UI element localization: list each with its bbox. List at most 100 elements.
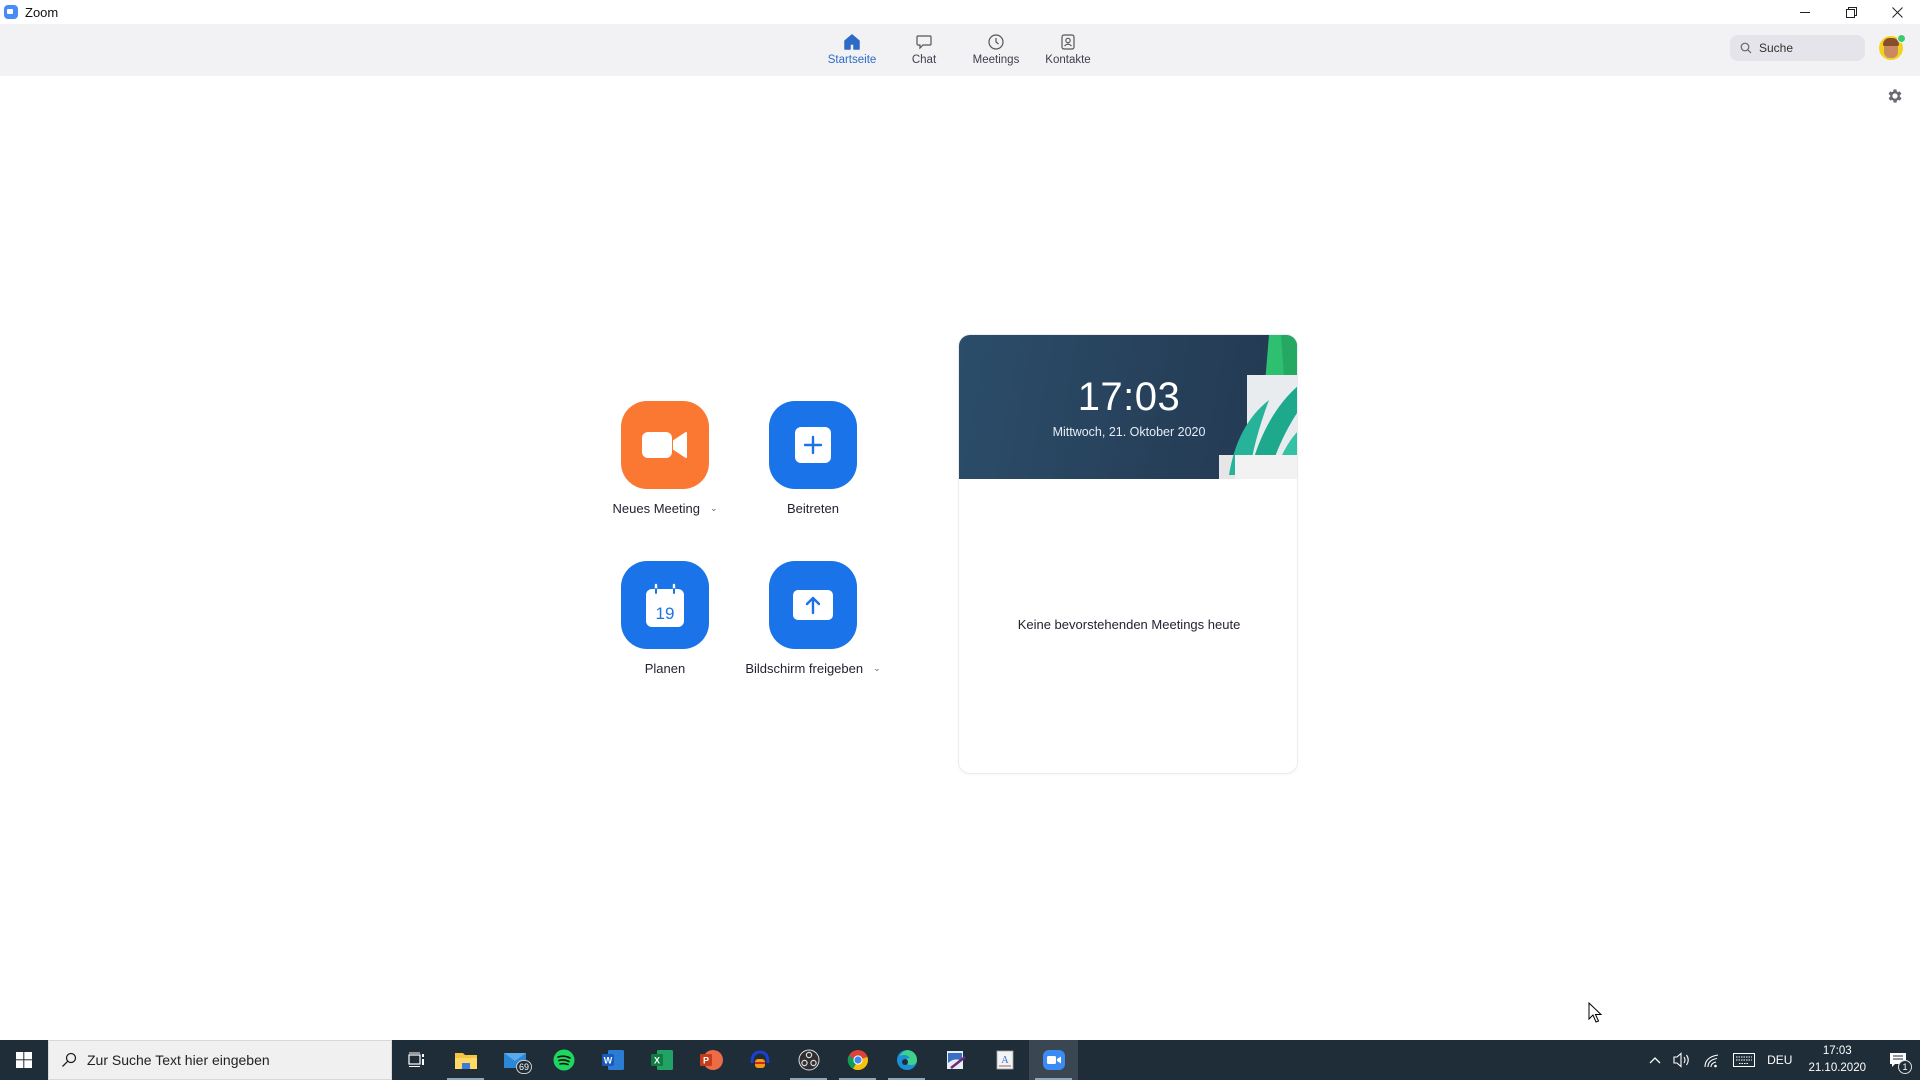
no-meetings-message: Keine bevorstehenden Meetings heute <box>1017 617 1241 632</box>
search-icon <box>62 1052 77 1067</box>
svg-text:W: W <box>603 1056 612 1066</box>
svg-text:X: X <box>653 1056 659 1066</box>
excel-icon: X <box>650 1050 673 1070</box>
start-button[interactable] <box>0 1040 48 1080</box>
share-screen-tile[interactable] <box>769 561 857 649</box>
tab-label: Startseite <box>827 54 877 66</box>
tab-startseite[interactable]: Startseite <box>816 24 888 76</box>
action-center-button[interactable]: 1 <box>1876 1040 1920 1080</box>
new-meeting-button[interactable]: Neues Meeting ⌄ <box>590 401 740 516</box>
main-tabs: Startseite Chat Meetings Kontakte <box>816 24 1104 76</box>
tab-chat[interactable]: Chat <box>888 24 960 76</box>
window-title: Zoom <box>25 4 59 20</box>
tab-label: Meetings <box>972 54 1020 66</box>
notification-count-badge: 1 <box>1898 1060 1912 1074</box>
tab-kontakte[interactable]: Kontakte <box>1032 24 1104 76</box>
share-screen-icon <box>793 590 833 620</box>
taskbar-audacity[interactable] <box>735 1040 784 1080</box>
keyboard-icon <box>1733 1053 1756 1067</box>
search-placeholder: Suche <box>1759 41 1794 55</box>
taskbar-excel[interactable]: X <box>637 1040 686 1080</box>
taskbar-spotify[interactable] <box>539 1040 588 1080</box>
taskbar-time: 17:03 <box>1822 1045 1852 1057</box>
touch-keyboard-button[interactable] <box>1727 1040 1761 1080</box>
taskbar-obs[interactable] <box>784 1040 833 1080</box>
title-bar: Zoom <box>0 0 1920 24</box>
chevron-up-icon <box>1649 1057 1661 1064</box>
share-screen-label: Bildschirm freigeben <box>745 661 864 676</box>
share-screen-button[interactable]: Bildschirm freigeben ⌄ <box>738 561 888 676</box>
svg-text:P: P <box>702 1056 708 1066</box>
window-controls <box>1782 0 1920 24</box>
calendar-icon: 19 <box>646 583 684 627</box>
mail-unread-badge: 69 <box>516 1060 533 1074</box>
video-camera-icon <box>642 432 687 458</box>
folder-icon <box>454 1053 477 1069</box>
schedule-button[interactable]: 19 Planen <box>590 561 740 676</box>
taskbar-word[interactable]: W <box>588 1040 637 1080</box>
taskbar-task-view[interactable] <box>392 1040 441 1080</box>
plus-icon <box>795 427 831 463</box>
input-language-button[interactable]: DEU <box>1761 1040 1798 1080</box>
taskbar-powerpoint[interactable]: P <box>686 1040 735 1080</box>
close-button[interactable] <box>1874 0 1920 24</box>
clock-icon <box>988 34 1004 50</box>
taskbar-date: 21.10.2020 <box>1808 1062 1866 1074</box>
network-button[interactable] <box>1697 1040 1727 1080</box>
taskbar-wordpad[interactable]: A <box>980 1040 1029 1080</box>
settings-button[interactable] <box>1886 87 1904 105</box>
new-meeting-label: Neues Meeting <box>612 501 700 516</box>
join-label: Beitreten <box>786 501 840 516</box>
taskbar-chrome[interactable] <box>833 1040 882 1080</box>
edge-icon <box>896 1050 917 1070</box>
restore-icon <box>1845 6 1857 18</box>
calendar-day: 19 <box>656 604 675 623</box>
taskbar-apps: 69 W X P A <box>392 1040 1078 1080</box>
audacity-icon <box>750 1050 769 1068</box>
chevron-down-icon[interactable]: ⌄ <box>873 663 881 674</box>
powerpoint-icon: P <box>699 1050 723 1070</box>
chrome-icon <box>847 1050 868 1071</box>
tab-label: Kontakte <box>1045 54 1091 66</box>
new-meeting-tile[interactable] <box>621 401 709 489</box>
task-view-icon <box>407 1052 424 1067</box>
home-icon <box>844 34 860 50</box>
minimize-button[interactable] <box>1782 0 1828 24</box>
taskbar-mail[interactable]: 69 <box>490 1040 539 1080</box>
chevron-down-icon[interactable]: ⌄ <box>710 503 718 514</box>
presence-status-indicator <box>1897 34 1906 43</box>
restore-button[interactable] <box>1828 0 1874 24</box>
top-nav-bar: Startseite Chat Meetings Kontakte Suche <box>0 24 1920 76</box>
windows-taskbar: Zur Suche Text hier eingeben 69 W X P A … <box>0 1040 1920 1080</box>
tab-label: Chat <box>911 54 937 66</box>
taskbar-search-placeholder: Zur Suche Text hier eingeben <box>87 1052 270 1068</box>
show-hidden-icons-button[interactable] <box>1643 1040 1667 1080</box>
taskbar-search-input[interactable]: Zur Suche Text hier eingeben <box>48 1040 392 1080</box>
close-icon <box>1891 6 1903 18</box>
word-icon: W <box>601 1050 624 1070</box>
join-tile[interactable] <box>769 401 857 489</box>
taskbar-zoom[interactable] <box>1029 1040 1078 1080</box>
taskbar-edge[interactable] <box>882 1040 931 1080</box>
search-input[interactable]: Suche <box>1730 35 1865 61</box>
windows-logo-icon <box>16 1052 32 1068</box>
schedule-tile[interactable]: 19 <box>621 561 709 649</box>
volume-button[interactable] <box>1667 1040 1697 1080</box>
tab-meetings[interactable]: Meetings <box>960 24 1032 76</box>
join-button[interactable]: Beitreten <box>738 401 888 516</box>
speaker-icon <box>1673 1052 1689 1068</box>
spotify-icon <box>553 1049 574 1071</box>
taskbar-paint[interactable] <box>931 1040 980 1080</box>
wifi-icon <box>1704 1054 1719 1068</box>
search-icon <box>1740 42 1752 54</box>
contact-icon <box>1061 34 1075 50</box>
zoom-icon <box>1042 1050 1065 1070</box>
paint-icon <box>946 1051 966 1069</box>
taskbar-clock[interactable]: 17:03 21.10.2020 <box>1798 1040 1876 1080</box>
svg-text:A: A <box>1001 1055 1009 1066</box>
taskbar-file-explorer[interactable] <box>441 1040 490 1080</box>
gear-icon <box>1888 89 1902 103</box>
zoom-app-icon <box>4 5 18 19</box>
chat-icon <box>916 35 932 50</box>
obs-icon <box>798 1049 819 1071</box>
